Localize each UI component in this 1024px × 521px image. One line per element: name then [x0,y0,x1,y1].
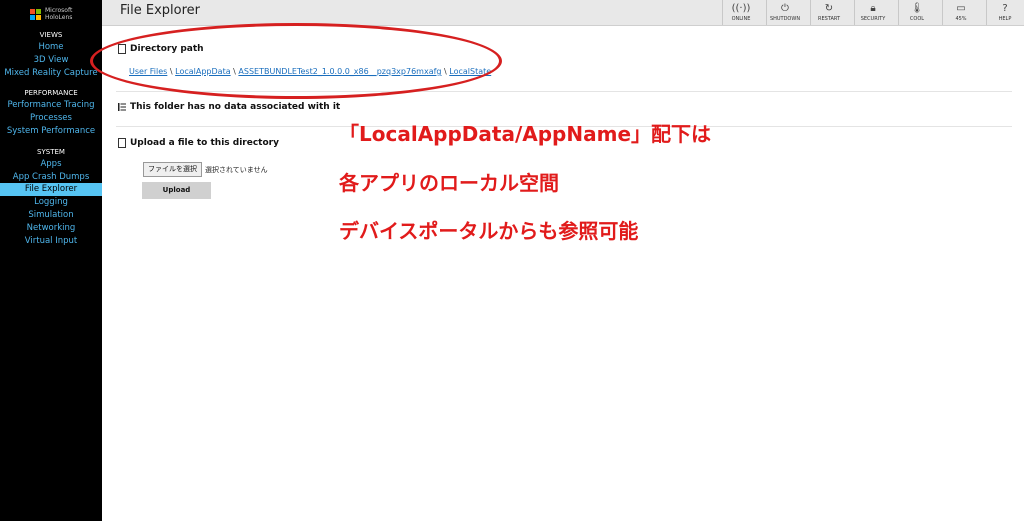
sidebar-item-processes[interactable]: Processes [0,112,102,125]
document-icon [118,44,126,54]
microsoft-logo-icon [30,8,41,20]
sidebar: Microsoft HoloLens VIEWS Home 3D View Mi… [0,0,102,521]
upload-heading: Upload a file to this directory [118,138,279,148]
file-status-text: 選択されていません [205,166,268,174]
crumb-separator: \ [233,67,236,76]
battery-label: 45% [955,16,967,22]
security-button[interactable]: 🔒︎ SECURITY [854,0,891,25]
sidebar-item-system-performance[interactable]: System Performance [0,125,102,138]
crumb-localappdata[interactable]: LocalAppData [175,67,230,76]
shutdown-label: SHUTDOWN [769,16,801,22]
crumb-separator: \ [169,67,173,76]
battery-status[interactable]: ▭ 45% [942,0,979,25]
folder-notice: This folder has no data associated with … [118,102,340,112]
sidebar-item-performance-tracing[interactable]: Performance Tracing [0,99,102,112]
page-title: File Explorer [120,3,201,18]
folder-notice-text: This folder has no data associated with … [130,102,341,112]
highlight-oval [90,23,502,99]
crumb-app-package[interactable]: ASSETBUNDLETest2_1.0.0.0_x86__pzq3xp76mx… [238,67,441,76]
crumb-separator: \ [444,67,447,76]
crumb-localstate[interactable]: LocalState [449,67,491,76]
brand-line2: HoloLens [45,14,73,21]
directory-path-title: Directory path [130,44,204,54]
sidebar-item-apps[interactable]: Apps [0,158,102,171]
crumb-user-files[interactable]: User Files [129,67,167,76]
document-icon [118,138,126,148]
question-icon: ? [1002,3,1008,14]
nav-heading-system: SYSTEM [37,148,65,156]
sidebar-item-file-explorer[interactable]: File Explorer [0,183,102,196]
shutdown-button[interactable]: ⏻ SHUTDOWN [766,0,803,25]
annotation-line-3: デバイスポータルからも参照可能 [339,219,639,243]
brand-line1: Microsoft [45,7,73,14]
nav-heading-views: VIEWS [39,31,63,39]
upload-title: Upload a file to this directory [130,138,279,148]
sidebar-item-home[interactable]: Home [0,41,102,54]
sidebar-item-logging[interactable]: Logging [0,196,102,209]
online-button[interactable]: ((·)) ONLINE [722,0,759,25]
thermometer-icon: 🌡︎ [910,3,924,14]
restart-label: RESTART [817,16,841,22]
top-bar: File Explorer ((·)) ONLINE ⏻ SHUTDOWN ↻ … [102,0,1024,26]
battery-icon: ▭ [956,3,966,14]
lock-icon: 🔒︎ [870,3,876,14]
power-icon: ⏻ [781,3,789,14]
annotation-line-1: 「LocalAppData/AppName」配下は [339,122,712,146]
directory-path-heading: Directory path [118,44,204,54]
online-label: ONLINE [731,16,751,22]
thermal-label: COOL [909,16,925,22]
nav-heading-performance: PERFORMANCE [24,89,78,97]
security-label: SECURITY [860,16,886,22]
list-icon [118,103,126,111]
help-button[interactable]: ? HELP [986,0,1023,25]
breadcrumb: User Files \ LocalAppData \ ASSETBUNDLET… [129,67,491,76]
thermal-status[interactable]: 🌡︎ COOL [898,0,935,25]
sidebar-item-simulation[interactable]: Simulation [0,209,102,222]
sidebar-item-mixed-reality-capture[interactable]: Mixed Reality Capture [0,67,102,80]
sidebar-item-virtual-input[interactable]: Virtual Input [0,235,102,248]
restart-icon: ↻ [824,3,834,14]
help-label: HELP [998,16,1012,22]
upload-button[interactable]: Upload [142,182,211,199]
choose-file-button[interactable]: ファイルを選択 [143,162,202,177]
hololens-logo: Microsoft HoloLens [30,7,72,21]
annotation-line-2: 各アプリのローカル空間 [339,171,559,195]
restart-button[interactable]: ↻ RESTART [810,0,847,25]
signal-icon: ((·)) [731,3,751,14]
sidebar-item-networking[interactable]: Networking [0,222,102,235]
section-divider [116,91,1012,92]
sidebar-item-3d-view[interactable]: 3D View [0,54,102,67]
